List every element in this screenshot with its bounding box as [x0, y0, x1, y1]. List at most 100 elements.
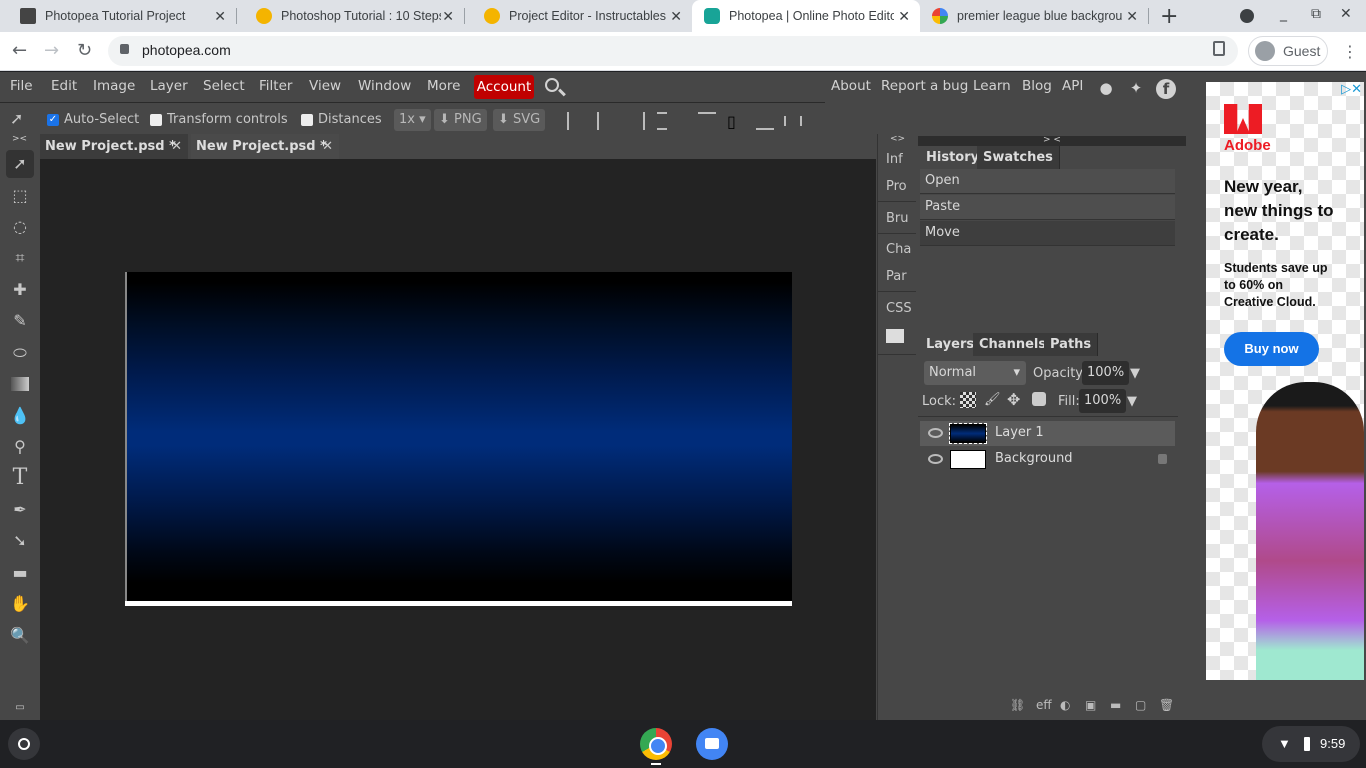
distribute-h-icon[interactable] — [784, 116, 802, 126]
tab-paths[interactable]: Paths — [1044, 333, 1099, 356]
close-tab-icon[interactable]: ✕ — [670, 8, 682, 25]
restore-icon[interactable]: ⧉ — [1311, 6, 1321, 22]
new-tab-button[interactable]: + — [1160, 4, 1178, 29]
doc-tab-active[interactable]: New Project.psd * ✕ — [191, 134, 339, 159]
menu-select[interactable]: Select — [203, 78, 245, 94]
address-bar[interactable]: photopea.com — [108, 36, 1238, 66]
tab-history[interactable]: History — [920, 146, 985, 169]
layer-row[interactable]: Layer 1 — [920, 421, 1175, 446]
more-menu-icon[interactable]: ⋮ — [1342, 42, 1358, 61]
collapse-tools-icon[interactable]: >< — [12, 134, 27, 144]
type-tool[interactable]: T — [6, 464, 34, 492]
quick-mask-icon[interactable]: ▭ — [6, 694, 34, 722]
export-png-button[interactable]: ⬇ PNG — [434, 109, 487, 131]
shape-tool[interactable]: ▬ — [6, 559, 34, 587]
fill-input[interactable]: 100% — [1079, 389, 1127, 413]
ad-close-icon[interactable]: ▷✕ — [1341, 82, 1362, 97]
panel-character[interactable]: Cha — [886, 242, 911, 257]
lock-transparency-icon[interactable] — [960, 392, 976, 408]
browser-tab[interactable]: Photopea Tutorial Project ✕ — [0, 0, 236, 32]
search-icon[interactable] — [545, 78, 559, 92]
link-blog[interactable]: Blog — [1022, 78, 1052, 94]
layer-effects-button[interactable]: eff — [1036, 698, 1052, 712]
align-bottom-icon[interactable] — [756, 112, 774, 130]
healing-tool[interactable]: ✚ — [6, 276, 34, 304]
close-tab-icon[interactable]: ✕ — [214, 8, 226, 25]
ad-buy-button[interactable]: Buy now — [1224, 332, 1319, 366]
link-about[interactable]: About — [831, 78, 871, 94]
link-layers-icon[interactable]: ⛓ — [1010, 698, 1025, 712]
export-svg-button[interactable]: ⬇ SVG — [493, 109, 546, 131]
launcher-icon[interactable] — [8, 728, 40, 760]
close-doc-icon[interactable]: ✕ — [171, 134, 182, 159]
adjustment-layer-icon[interactable]: ◐ — [1060, 698, 1070, 712]
new-layer-icon[interactable]: ▢ — [1135, 698, 1146, 712]
dodge-tool[interactable]: ⚲ — [6, 433, 34, 461]
history-item-current[interactable]: Move — [920, 221, 1175, 246]
profile-button[interactable]: Guest — [1248, 36, 1328, 66]
opacity-input[interactable]: 100% — [1082, 361, 1130, 385]
minimize-icon[interactable]: _ — [1280, 6, 1287, 22]
close-tab-icon[interactable]: ✕ — [442, 8, 454, 25]
blend-mode-dropdown[interactable]: Normal ▾ — [924, 361, 1026, 385]
fill-dropdown-icon[interactable]: ▼ — [1127, 394, 1137, 409]
facebook-icon[interactable]: f — [1156, 79, 1176, 99]
lock-position-icon[interactable]: ✥ — [1007, 390, 1020, 409]
forward-icon[interactable]: → — [44, 40, 59, 61]
blur-tool[interactable]: 💧 — [6, 402, 34, 430]
move-tool[interactable]: ➚ — [6, 150, 34, 178]
twitter-icon[interactable]: ✦ — [1126, 79, 1146, 99]
distances-checkbox[interactable]: Distances — [301, 112, 382, 127]
opacity-dropdown-icon[interactable]: ▼ — [1130, 366, 1140, 381]
menu-more[interactable]: More — [427, 78, 460, 94]
panel-info[interactable]: Inf — [886, 152, 903, 167]
eye-icon[interactable] — [928, 454, 943, 464]
tab-swatches[interactable]: Swatches — [977, 146, 1060, 169]
browser-tab[interactable]: Project Editor - Instructables ✕ — [464, 0, 692, 32]
gradient-tool[interactable] — [11, 377, 29, 391]
transform-controls-checkbox[interactable]: Transform controls — [150, 112, 288, 127]
close-doc-icon[interactable]: ✕ — [322, 134, 333, 159]
image-panel-icon[interactable] — [886, 329, 904, 343]
crop-tool[interactable]: ⌗ — [6, 244, 34, 272]
link-api[interactable]: API — [1062, 78, 1083, 94]
link-learn[interactable]: Learn — [973, 78, 1011, 94]
reload-icon[interactable]: ↻ — [77, 40, 92, 61]
lock-pixels-icon[interactable]: 🖌 — [984, 392, 1001, 407]
close-tab-icon[interactable]: ✕ — [898, 8, 910, 25]
layer-mask-icon[interactable]: ▣ — [1085, 698, 1096, 712]
tab-search-icon[interactable] — [1240, 9, 1254, 23]
eye-icon[interactable] — [928, 428, 943, 438]
align-top-icon[interactable] — [698, 112, 716, 130]
account-button[interactable]: Account — [474, 75, 534, 99]
panel-collapse-bar[interactable]: > < — [918, 136, 1186, 146]
browser-tab[interactable]: premier league blue background ✕ — [920, 0, 1148, 32]
clipboard-icon[interactable] — [1213, 41, 1225, 56]
panel-brush[interactable]: Bru — [886, 211, 909, 226]
auto-select-checkbox[interactable]: ✓ Auto-Select — [47, 112, 139, 127]
link-report-bug[interactable]: Report a bug — [881, 78, 968, 94]
lasso-tool[interactable]: ◌ — [6, 213, 34, 241]
eraser-tool[interactable]: ⬭ — [6, 339, 34, 367]
path-select-tool[interactable]: ➘ — [6, 527, 34, 555]
menu-image[interactable]: Image — [93, 78, 135, 94]
document-canvas[interactable] — [125, 272, 792, 606]
tab-channels[interactable]: Channels — [973, 333, 1054, 356]
brush-tool[interactable]: ✎ — [6, 307, 34, 335]
menu-view[interactable]: View — [309, 78, 341, 94]
zoom-tool[interactable]: 🔍 — [6, 622, 34, 650]
browser-tab[interactable]: Photoshop Tutorial : 10 Steps ✕ — [236, 0, 464, 32]
menu-file[interactable]: File — [10, 78, 33, 94]
menu-window[interactable]: Window — [358, 78, 411, 94]
lock-all-icon[interactable] — [1032, 392, 1046, 406]
menu-edit[interactable]: Edit — [51, 78, 77, 94]
panel-css[interactable]: CSS — [886, 301, 912, 316]
pen-tool[interactable]: ✒ — [6, 496, 34, 524]
new-group-icon[interactable]: ▬ — [1110, 698, 1121, 712]
panel-properties[interactable]: Pro — [886, 179, 907, 194]
files-icon[interactable] — [696, 728, 728, 760]
marquee-tool[interactable]: ⬚ — [6, 182, 34, 210]
align-middle-v-icon[interactable]: ▯ — [727, 112, 745, 131]
hand-tool[interactable]: ✋ — [6, 590, 34, 618]
status-tray[interactable]: ▼ 9:59 — [1262, 726, 1360, 762]
